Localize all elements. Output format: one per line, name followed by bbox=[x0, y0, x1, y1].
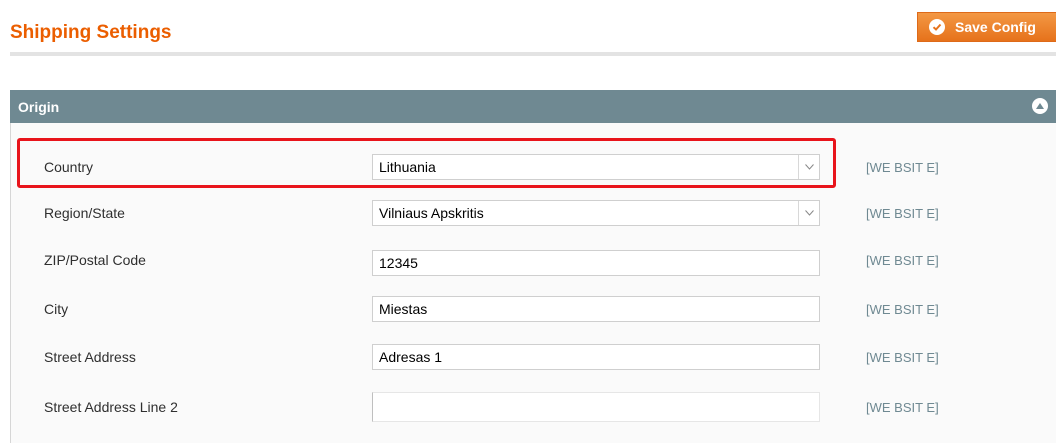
highlight-annotation bbox=[17, 138, 836, 188]
field-row-region: Region/State Vilniaus Apskritis [WE BSIT… bbox=[11, 196, 1056, 232]
field-label: Street Address bbox=[44, 349, 136, 365]
scope-label: [WE BSIT E] bbox=[866, 350, 939, 365]
field-label: City bbox=[44, 301, 69, 317]
check-circle-icon bbox=[929, 19, 945, 35]
section-title: Origin bbox=[18, 98, 60, 115]
field-label: Street Address Line 2 bbox=[44, 399, 178, 415]
save-config-label: Save Config bbox=[955, 19, 1036, 35]
select-value: Vilniaus Apskritis bbox=[379, 205, 484, 221]
chevron-down-icon[interactable] bbox=[798, 201, 819, 225]
city-input[interactable]: Miestas bbox=[372, 296, 820, 322]
street-address-line2-input[interactable] bbox=[372, 392, 820, 422]
field-row-city: City Miestas [WE BSIT E] bbox=[11, 291, 1056, 327]
street-address-input[interactable]: Adresas 1 bbox=[372, 344, 820, 370]
input-value: Adresas 1 bbox=[379, 349, 443, 365]
page-title: Shipping Settings bbox=[10, 22, 172, 43]
scope-label: [WE BSIT E] bbox=[866, 253, 939, 268]
scope-label: [WE BSIT E] bbox=[866, 400, 939, 415]
scope-label: [WE BSIT E] bbox=[866, 160, 939, 175]
zip-input[interactable]: 12345 bbox=[372, 250, 820, 276]
input-value: 12345 bbox=[379, 255, 418, 271]
field-label: ZIP/Postal Code bbox=[44, 252, 146, 268]
field-row-street2: Street Address Line 2 [WE BSIT E] bbox=[11, 388, 1056, 424]
save-config-button[interactable]: Save Config bbox=[917, 12, 1056, 42]
field-row-street: Street Address Adresas 1 [WE BSIT E] bbox=[11, 339, 1056, 375]
scope-label: [WE BSIT E] bbox=[866, 302, 939, 317]
field-row-zip: ZIP/Postal Code 12345 [WE BSIT E] bbox=[11, 243, 1056, 279]
region-select[interactable]: Vilniaus Apskritis bbox=[372, 200, 820, 226]
origin-section-header[interactable]: Origin bbox=[10, 90, 1056, 123]
scope-label: [WE BSIT E] bbox=[866, 206, 939, 221]
title-divider bbox=[10, 52, 1056, 56]
field-label: Region/State bbox=[44, 205, 125, 221]
chevron-up-circle-icon[interactable] bbox=[1032, 98, 1048, 114]
input-value: Miestas bbox=[379, 301, 428, 317]
